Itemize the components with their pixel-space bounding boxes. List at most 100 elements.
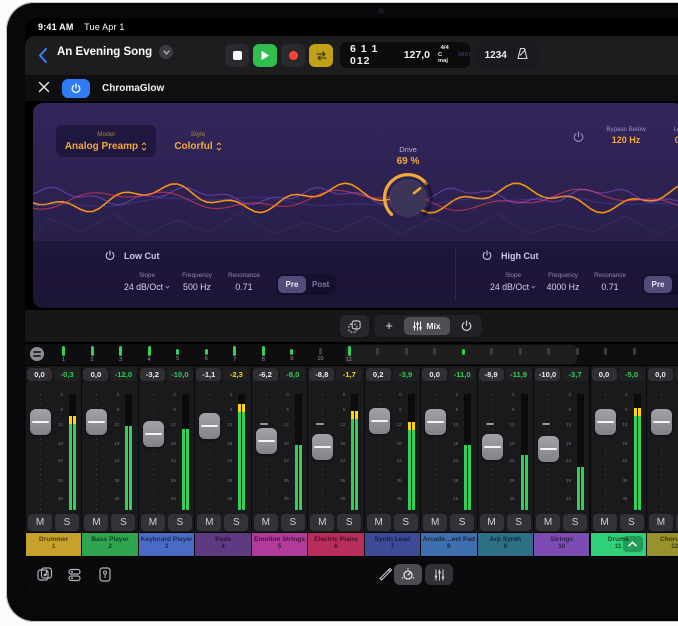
bypass-below-field[interactable]: Bypass Below 120 Hz (595, 126, 657, 145)
solo-button[interactable]: S (450, 514, 474, 531)
mute-button[interactable]: M (367, 514, 391, 531)
back-button[interactable] (34, 46, 50, 64)
mix-button[interactable]: Mix (404, 317, 450, 335)
peak-value[interactable]: -11,0 (449, 368, 475, 381)
overview-slot[interactable] (511, 344, 529, 365)
style-selector[interactable]: Style Colorful (163, 125, 233, 157)
peak-value[interactable]: -10,0 (167, 368, 193, 381)
bypass-power-button[interactable] (573, 130, 584, 148)
track-name-cell[interactable]: Pads 4 (195, 533, 250, 556)
peak-value[interactable]: -3,7 (562, 368, 588, 381)
overview-slot[interactable]: 2 (83, 344, 101, 365)
close-plugin-button[interactable] (38, 81, 52, 95)
stop-button[interactable] (225, 44, 249, 67)
play-button[interactable] (253, 44, 277, 67)
overview-slot[interactable]: 10 (311, 344, 329, 365)
mute-button[interactable]: M (197, 514, 221, 531)
peak-value[interactable]: -1,7 (336, 368, 362, 381)
fader-thumb[interactable] (651, 409, 672, 435)
overview-slot[interactable] (369, 344, 387, 365)
model-selector[interactable]: Model Analog Preamp (56, 125, 156, 157)
peak-value[interactable]: -0,3 (54, 368, 80, 381)
pre-button[interactable]: Pre (278, 276, 306, 293)
add-track-button[interactable]: + (376, 317, 402, 335)
record-button[interactable] (281, 44, 305, 67)
mute-button[interactable]: M (593, 514, 617, 531)
device-button[interactable] (96, 566, 113, 583)
mute-button[interactable]: M (649, 514, 673, 531)
fader-value[interactable]: 0,0 (592, 368, 617, 381)
fader-thumb[interactable] (369, 408, 390, 434)
fader-thumb[interactable] (482, 434, 503, 460)
overview-slot[interactable]: 3 (112, 344, 130, 365)
overview-slot[interactable] (568, 344, 586, 365)
fader-value[interactable]: -3,2 (140, 368, 165, 381)
peak-value[interactable]: -5,0 (619, 368, 645, 381)
mixer-power-button[interactable] (452, 317, 480, 335)
fader-thumb[interactable] (256, 428, 277, 454)
peak-value[interactable]: -12,0 (110, 368, 136, 381)
post-button[interactable]: Post (672, 276, 678, 293)
peak-value[interactable]: -8,0 (280, 368, 306, 381)
track-name-cell[interactable]: Emotion Strings 5 (252, 533, 307, 556)
solo-button[interactable]: S (620, 514, 644, 531)
fader-thumb[interactable] (425, 409, 446, 435)
browser-button[interactable] (36, 566, 53, 583)
master-speaker-icon[interactable] (30, 347, 44, 361)
low-cut-frequency-field[interactable]: Frequency 500 Hz (182, 272, 212, 292)
mute-button[interactable]: M (28, 514, 52, 531)
controls-view-button[interactable] (394, 564, 422, 585)
edit-button[interactable] (377, 566, 394, 583)
solo-button[interactable]: S (111, 514, 135, 531)
track-name-cell[interactable]: Strings 10 (534, 533, 589, 556)
mute-button[interactable]: M (141, 514, 165, 531)
overview-slot[interactable] (397, 344, 415, 365)
cycle-button[interactable] (309, 44, 333, 67)
solo-button[interactable]: S (394, 514, 418, 531)
overview-slot[interactable] (626, 344, 644, 365)
song-menu-button[interactable] (159, 45, 173, 59)
faders-view-button[interactable] (425, 564, 453, 585)
solo-button[interactable]: S (563, 514, 587, 531)
low-cut-slope-field[interactable]: Slope 24 dB/Oct (124, 272, 170, 292)
peak-value[interactable]: -3,9 (393, 368, 419, 381)
post-button[interactable]: Post (306, 276, 334, 293)
overview-slot[interactable] (483, 344, 501, 365)
plugin-power-button[interactable] (62, 79, 90, 98)
fader-thumb[interactable] (595, 409, 616, 435)
mute-button[interactable]: M (480, 514, 504, 531)
fader-thumb[interactable] (199, 413, 220, 439)
fader-value[interactable]: 0,0 (648, 368, 673, 381)
fader-value[interactable]: -8,8 (309, 368, 334, 381)
fader-thumb[interactable] (538, 436, 559, 462)
overview-slot[interactable] (454, 344, 472, 365)
track-name-cell[interactable]: Arp Synth 9 (478, 533, 533, 556)
mute-button[interactable]: M (423, 514, 447, 531)
plugins-button[interactable] (66, 566, 83, 583)
drive-knob[interactable] (378, 169, 438, 227)
overview-slot[interactable] (540, 344, 558, 365)
solo-button[interactable]: S (281, 514, 305, 531)
high-cut-resonance-field[interactable]: Resonance 0.71 (594, 272, 626, 292)
fader-thumb[interactable] (30, 409, 51, 435)
low-cut-resonance-field[interactable]: Resonance 0.71 (228, 272, 260, 292)
track-expand-button[interactable] (623, 536, 643, 552)
fader-value[interactable]: 0,2 (366, 368, 391, 381)
solo-button[interactable]: S (55, 514, 79, 531)
peak-value[interactable]: -2,3 (223, 368, 249, 381)
track-name-cell[interactable]: Keyboard Player 3 (139, 533, 194, 556)
track-name-cell[interactable]: Bass Player 2 (82, 533, 137, 556)
track-name-cell[interactable]: Drums 11 (591, 533, 646, 556)
fader-value[interactable]: -1,1 (196, 368, 221, 381)
solo-button[interactable]: S (168, 514, 192, 531)
overview-slot[interactable]: 1 (55, 344, 73, 365)
fader-value[interactable]: -8,9 (479, 368, 504, 381)
fader-thumb[interactable] (312, 434, 333, 460)
fader-value[interactable]: 0,0 (83, 368, 108, 381)
fader-thumb[interactable] (86, 409, 107, 435)
solo-button[interactable]: S (337, 514, 361, 531)
level-field[interactable]: Level 0.0 (661, 126, 678, 145)
count-in-button[interactable]: 1234 (485, 50, 507, 61)
channel-overview[interactable]: 1 2 3 4 5 6 7 8 9 10 11 (25, 344, 678, 365)
lcd-display[interactable]: 6 1 1 012 127,0 4/4 C maj MIDI (340, 42, 470, 68)
